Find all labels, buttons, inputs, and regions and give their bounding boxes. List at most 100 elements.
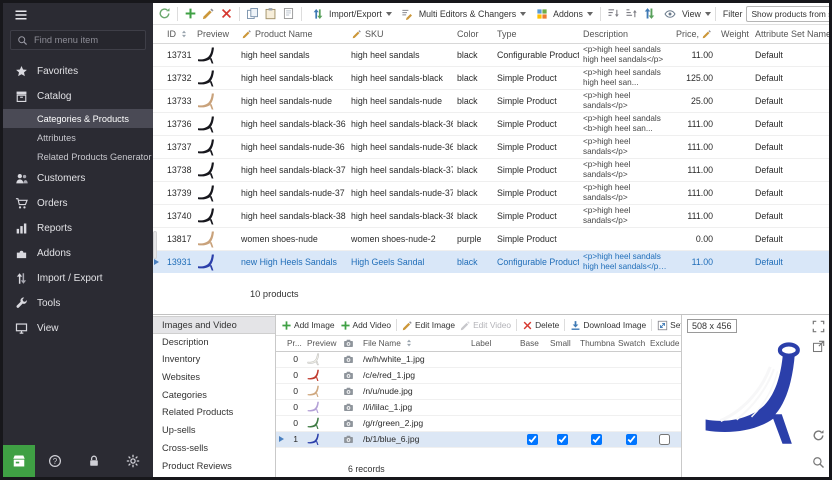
tab-websites[interactable]: Websites	[153, 369, 275, 387]
add-video-button[interactable]: Add Video	[338, 320, 394, 331]
rotate-icon[interactable]	[812, 429, 826, 443]
cell-description: <p>high heel sandals</p>	[579, 89, 671, 112]
product-row[interactable]: 13736high heel sandals-black-36high heel…	[153, 112, 829, 135]
sidebar-item-view[interactable]: View	[3, 316, 153, 341]
cell-product-name: new High Heels Sandals	[237, 250, 347, 273]
column-header-position[interactable]: Pr...	[284, 336, 304, 351]
image-row[interactable]: 0/l/i/lilac_1.jpg	[276, 399, 681, 415]
sidebar-item-tools[interactable]: Tools	[3, 291, 153, 316]
sort-desc-button[interactable]	[623, 5, 640, 22]
tab-up-sells[interactable]: Up-sells	[153, 422, 275, 440]
download-image-button[interactable]: Download Image	[568, 320, 648, 331]
sidebar-search-input[interactable]: Find menu item	[10, 30, 146, 50]
column-header-small[interactable]: Small	[547, 336, 577, 351]
base-checkbox[interactable]	[527, 434, 538, 445]
document-button[interactable]	[280, 5, 297, 22]
column-header-exclude[interactable]: Exclude	[647, 336, 681, 351]
fullscreen-icon[interactable]	[812, 320, 826, 334]
cell-swatch	[615, 351, 647, 367]
tab-product-reviews[interactable]: Product Reviews	[153, 458, 275, 476]
column-header-sku[interactable]: SKU	[347, 25, 453, 43]
import-export-menu[interactable]: Import/Export	[306, 5, 395, 22]
product-row[interactable]: 13731high heel sandalshigh heel sandalsb…	[153, 43, 829, 66]
category-filter-select[interactable]: Show products from selected categories	[746, 6, 829, 22]
delete-button[interactable]: Delete	[520, 320, 561, 331]
tab-related-products[interactable]: Related Products	[153, 404, 275, 422]
column-header-base[interactable]: Base	[517, 336, 547, 351]
tab-images-and-video[interactable]: Images and Video	[153, 316, 275, 334]
paste-button[interactable]	[262, 5, 279, 22]
multi-editors-menu[interactable]: Multi Editors & Changers	[396, 5, 529, 22]
product-row[interactable]: 13817women shoes-nudewomen shoes-nude-2p…	[153, 227, 829, 250]
image-row[interactable]: 0/n/u/nude.jpg	[276, 383, 681, 399]
swatch-checkbox[interactable]	[626, 434, 637, 445]
sidebar-item-addons[interactable]: Addons	[3, 241, 153, 266]
sidebar-item-reports[interactable]: Reports	[3, 216, 153, 241]
shoe-image	[197, 68, 217, 88]
product-row[interactable]: 13740high heel sandals-black-38high heel…	[153, 204, 829, 227]
delete-product-button[interactable]	[218, 5, 235, 22]
set-resize-rule-button[interactable]: Set Resize Rule	[655, 320, 681, 331]
addons-menu[interactable]: Addons	[530, 5, 596, 22]
menu-toggle-button[interactable]	[3, 3, 153, 27]
sidebar-item-favorites[interactable]: Favorites	[3, 59, 153, 84]
lock-button[interactable]	[74, 454, 113, 468]
column-header-camera[interactable]	[340, 336, 360, 351]
add-image-button[interactable]: Add Image	[279, 320, 337, 331]
refresh-button[interactable]	[156, 5, 173, 22]
image-row[interactable]: 0/g/r/green_2.jpg	[276, 415, 681, 431]
column-header-label[interactable]: Label	[468, 336, 517, 351]
tab-inventory[interactable]: Inventory	[153, 351, 275, 369]
small-checkbox[interactable]	[557, 434, 568, 445]
copy-button[interactable]	[244, 5, 261, 22]
splitter-handle[interactable]	[153, 231, 157, 259]
help-button[interactable]: ?	[35, 454, 74, 468]
product-row[interactable]: 13737high heel sandals-nude-36high heel …	[153, 135, 829, 158]
tab-description[interactable]: Description	[153, 334, 275, 352]
import-export-label: Import/Export	[329, 9, 382, 19]
column-header-preview[interactable]: Preview	[193, 25, 237, 43]
column-header-color[interactable]: Color	[453, 25, 493, 43]
column-header-id[interactable]: ID	[163, 25, 193, 43]
image-row[interactable]: 0/c/e/red_1.jpg	[276, 367, 681, 383]
add-product-button[interactable]	[182, 5, 199, 22]
sidebar-item-related-products-generator[interactable]: Related Products Generator	[3, 147, 153, 166]
edit-image-button[interactable]: Edit Image	[400, 320, 457, 331]
sort-asc-button[interactable]	[605, 5, 622, 22]
column-header-swatch[interactable]: Swatch	[615, 336, 647, 351]
product-row[interactable]: 13739high heel sandals-nude-37high heel …	[153, 181, 829, 204]
sidebar-item-orders[interactable]: Orders	[3, 191, 153, 216]
exclude-checkbox[interactable]	[659, 434, 670, 445]
image-row[interactable]: 0/w/h/white_1.jpg	[276, 351, 681, 367]
sidebar-item-categories-products[interactable]: Categories & Products	[3, 109, 153, 128]
product-row[interactable]: 13733high heel sandals-nudehigh heel san…	[153, 89, 829, 112]
column-header-product-name[interactable]: Product Name	[237, 25, 347, 43]
view-menu[interactable]: View	[659, 5, 714, 22]
column-header-attribute-set[interactable]: Attribute Set Name	[751, 25, 829, 43]
column-header-weight[interactable]: Weight	[717, 25, 751, 43]
tab-categories[interactable]: Categories	[153, 387, 275, 405]
cell-label	[468, 351, 517, 367]
zoom-icon[interactable]	[812, 456, 826, 470]
open-external-icon[interactable]	[812, 340, 826, 354]
reorder-button[interactable]	[641, 5, 658, 22]
sidebar-item-attributes[interactable]: Attributes	[3, 128, 153, 147]
column-header-description[interactable]: Description	[579, 25, 671, 43]
column-header-file-name[interactable]: File Name	[360, 336, 468, 351]
settings-button[interactable]	[114, 454, 153, 468]
product-row[interactable]: 13732high heel sandals-blackhigh heel sa…	[153, 66, 829, 89]
tab-cross-sells[interactable]: Cross-sells	[153, 440, 275, 458]
thumb-checkbox[interactable]	[591, 434, 602, 445]
image-row[interactable]: 1/b/1/blue_6.jpg	[276, 431, 681, 447]
column-header-image-preview[interactable]: Preview	[304, 336, 340, 351]
sidebar-item-import-export[interactable]: Import / Export	[3, 266, 153, 291]
product-row[interactable]: 13931new High Heels SandalsHigh Geels Sa…	[153, 250, 829, 273]
sidebar-item-catalog[interactable]: Catalog	[3, 84, 153, 109]
store-button[interactable]	[3, 445, 35, 477]
edit-product-button[interactable]	[200, 5, 217, 22]
column-header-type[interactable]: Type	[493, 25, 579, 43]
column-header-thumbnail[interactable]: Thumbna	[577, 336, 615, 351]
sidebar-item-customers[interactable]: Customers	[3, 166, 153, 191]
product-row[interactable]: 13738high heel sandals-black-37high heel…	[153, 158, 829, 181]
column-header-price[interactable]: Price,	[671, 25, 717, 43]
